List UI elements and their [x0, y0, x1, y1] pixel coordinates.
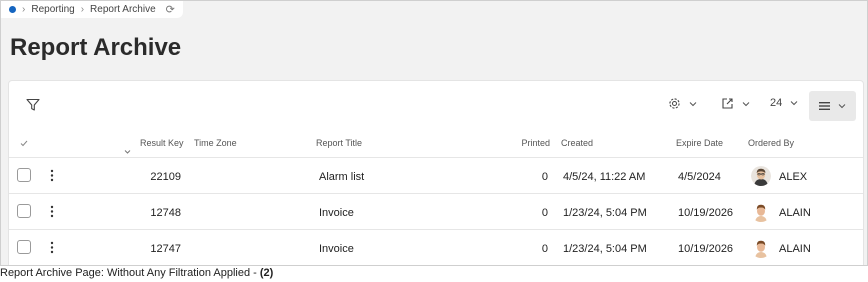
cell-printed: 0 [541, 171, 548, 183]
cell-expire-date: 10/19/2026 [678, 243, 734, 255]
cell-ordered-by: ALAIN [779, 207, 811, 219]
row-checkbox[interactable] [17, 240, 31, 254]
settings-gear-icon [669, 98, 680, 109]
check-icon[interactable] [20, 140, 28, 147]
table-row[interactable]: 12747 Invoice 0 1/23/24, 5:04 PM 10/19/2… [9, 230, 863, 265]
kebab-menu-icon[interactable] [50, 241, 54, 254]
kebab-menu-icon[interactable] [50, 205, 54, 218]
breadcrumb-item-reporting[interactable]: Reporting [31, 4, 74, 15]
home-dot-icon[interactable] [9, 6, 16, 13]
cell-ordered-by: ALEX [779, 171, 808, 183]
figure-caption: Report Archive Page: Without Any Filtrat… [0, 267, 273, 279]
cell-result-key: 12748 [150, 207, 181, 219]
cell-created: 1/23/24, 5:04 PM [563, 243, 647, 255]
chevron-down-icon [742, 101, 750, 106]
row-checkbox[interactable] [17, 204, 31, 218]
table-header: Result Key Time Zone Report Title Printe… [9, 131, 863, 158]
chevron-right-icon: › [80, 4, 85, 15]
table-row[interactable]: 12748 Invoice 0 1/23/24, 5:04 PM 10/19/2… [9, 194, 863, 230]
chevron-right-icon: › [22, 4, 26, 15]
list-view-icon [819, 102, 830, 110]
cell-report-title: Alarm list [319, 171, 365, 183]
cell-expire-date: 10/19/2026 [678, 207, 734, 219]
caption-number: (2) [259, 267, 274, 279]
cell-ordered-by: ALAIN [779, 243, 811, 255]
cell-report-title: Invoice [319, 207, 354, 219]
cell-created: 4/5/24, 11:22 AM [563, 171, 646, 183]
row-checkbox[interactable] [17, 168, 31, 182]
report-table-panel: 24 Result Key Time Zone Report Title Pri… [8, 80, 864, 265]
page-size-dropdown[interactable]: 24 [770, 97, 798, 109]
refresh-icon[interactable]: ⟳ [166, 3, 175, 16]
caption-text: Report Archive Page: Without Any Filtrat… [0, 267, 260, 279]
avatar [751, 238, 771, 258]
page-title: Report Archive [10, 34, 182, 61]
cell-report-title: Invoice [319, 243, 354, 255]
col-header-created[interactable]: Created [561, 138, 593, 148]
avatar [751, 166, 771, 186]
cell-result-key: 22109 [150, 171, 181, 183]
page-size-value: 24 [770, 97, 783, 109]
table-row[interactable]: 22109 Alarm list 0 4/5/24, 11:22 AM 4/5/… [9, 158, 863, 194]
cell-expire-date: 4/5/2024 [678, 171, 721, 183]
filter-icon[interactable] [26, 98, 40, 112]
chevron-down-icon [790, 101, 798, 106]
export-dropdown[interactable] [721, 97, 750, 110]
cell-printed: 0 [541, 243, 548, 255]
table-toolbar: 24 [9, 81, 863, 131]
breadcrumb: › Reporting › Report Archive ⟳ [1, 1, 183, 18]
col-header-ordered-by[interactable]: Ordered By [748, 138, 794, 148]
avatar [751, 202, 771, 222]
view-mode-dropdown[interactable] [809, 91, 856, 121]
report-archive-window: › Reporting › Report Archive ⟳ Report Ar… [0, 0, 868, 266]
col-header-report-title[interactable]: Report Title [316, 138, 362, 148]
export-icon [722, 98, 733, 109]
col-header-expire-date[interactable]: Expire Date [676, 138, 723, 148]
cell-result-key: 12747 [150, 243, 181, 255]
col-header-printed[interactable]: Printed [521, 138, 550, 148]
col-header-time-zone[interactable]: Time Zone [194, 138, 237, 148]
sort-chevron-icon[interactable] [124, 149, 131, 155]
breadcrumb-item-report-archive: Report Archive [90, 4, 156, 15]
chevron-down-icon [838, 104, 846, 109]
cell-printed: 0 [541, 207, 548, 219]
settings-dropdown[interactable] [668, 97, 697, 110]
kebab-menu-icon[interactable] [50, 169, 54, 182]
chevron-down-icon [689, 101, 697, 106]
cell-created: 1/23/24, 5:04 PM [563, 207, 647, 219]
col-header-result-key[interactable]: Result Key [140, 138, 184, 148]
